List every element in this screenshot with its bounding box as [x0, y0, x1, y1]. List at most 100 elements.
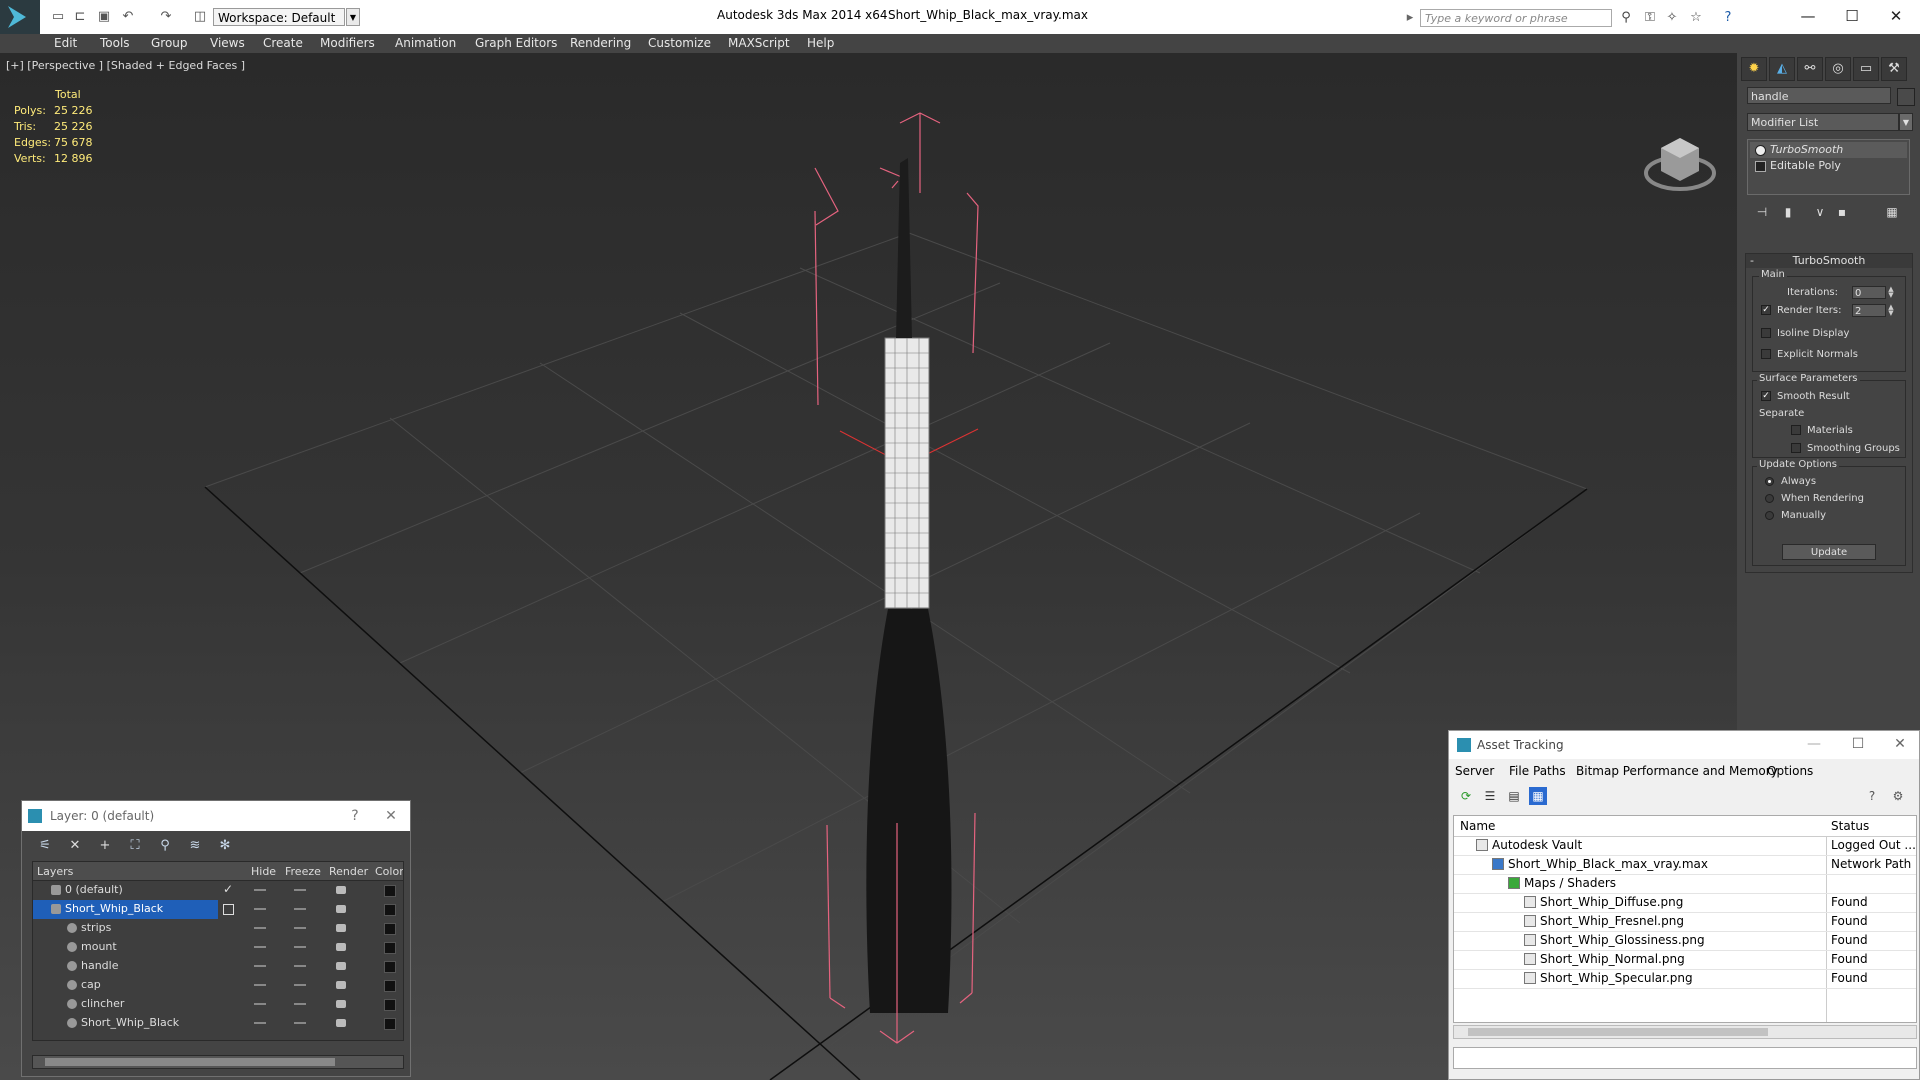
rollout-header[interactable]: - TurboSmooth: [1746, 254, 1912, 268]
layer-dialog-help-button[interactable]: ?: [340, 801, 370, 831]
col-freeze[interactable]: Freeze: [285, 865, 321, 878]
asset-menu-file[interactable]: File: [1509, 764, 1529, 778]
layer-hide-toggle[interactable]: [254, 984, 266, 986]
layer-color-swatch[interactable]: [384, 942, 396, 954]
show-end-result-icon[interactable]: ▮: [1779, 203, 1797, 221]
col-color[interactable]: Color: [375, 865, 403, 878]
asset-menu-paths[interactable]: Paths: [1533, 764, 1566, 778]
layer-freeze-toggle[interactable]: [294, 946, 306, 948]
search-expand-icon[interactable]: ▸: [1402, 10, 1418, 26]
stack-item-turbosmooth[interactable]: TurboSmooth: [1750, 142, 1907, 158]
layer-freeze-toggle[interactable]: [294, 927, 306, 929]
asset-help-icon[interactable]: ?: [1863, 787, 1881, 805]
menu-modifiers[interactable]: Modifiers: [320, 36, 375, 50]
layer-freeze-toggle[interactable]: [294, 889, 306, 891]
iterations-spinner-arrows[interactable]: ▲ ▼: [1887, 286, 1895, 299]
layer-dialog-titlebar[interactable]: Layer: 0 (default) ? ✕: [22, 801, 410, 831]
layer-row[interactable]: 0 (default) ✓: [33, 881, 403, 900]
highlight-layer-icon[interactable]: ⚲: [156, 837, 174, 855]
layer-row[interactable]: Short_Whip_Black: [33, 900, 403, 919]
search-input[interactable]: Type a keyword or phrase: [1420, 9, 1612, 27]
layer-hide-toggle[interactable]: [254, 1003, 266, 1005]
update-button[interactable]: Update: [1782, 544, 1876, 560]
layer-render-toggle[interactable]: [336, 886, 346, 894]
close-button[interactable]: ✕: [1876, 4, 1916, 28]
asset-row[interactable]: Maps / Shaders: [1454, 874, 1916, 894]
asset-menu-bitmap-performance[interactable]: Bitmap Performance and Memory: [1576, 764, 1778, 778]
layer-render-toggle[interactable]: [336, 962, 346, 970]
col-status[interactable]: Status: [1831, 819, 1869, 833]
minimize-button[interactable]: —: [1788, 4, 1828, 28]
layer-render-toggle[interactable]: [336, 943, 346, 951]
layer-hide-toggle[interactable]: [254, 965, 266, 967]
add-to-layer-icon[interactable]: +: [96, 837, 114, 855]
save-file-icon[interactable]: ▣: [96, 9, 112, 25]
layer-color-swatch[interactable]: [384, 961, 396, 973]
modify-tab-icon[interactable]: ◭: [1769, 57, 1795, 81]
table-view-icon[interactable]: ▦: [1529, 787, 1547, 805]
menu-edit[interactable]: Edit: [54, 36, 77, 50]
list-view-icon[interactable]: ☰: [1481, 787, 1499, 805]
layer-render-toggle[interactable]: [336, 981, 346, 989]
refresh-icon[interactable]: ⟳: [1457, 787, 1475, 805]
menu-views[interactable]: Views: [210, 36, 245, 50]
active-layer-check-icon[interactable]: ✓: [223, 882, 233, 896]
layer-color-swatch[interactable]: [384, 1018, 396, 1030]
layer-color-swatch[interactable]: [384, 885, 396, 897]
asset-row[interactable]: Short_Whip_Diffuse.png Found: [1454, 893, 1916, 913]
display-tab-icon[interactable]: ▭: [1853, 57, 1879, 81]
favorites-star-icon[interactable]: ☆: [1688, 10, 1704, 26]
menu-rendering[interactable]: Rendering: [570, 36, 631, 50]
create-layer-icon[interactable]: ⚟: [36, 837, 54, 855]
asset-dialog-titlebar[interactable]: Asset Tracking — ☐ ✕: [1449, 731, 1919, 759]
layer-freeze-toggle[interactable]: [294, 1003, 306, 1005]
layer-object-row[interactable]: strips: [33, 919, 403, 938]
maximize-button[interactable]: ☐: [1832, 4, 1872, 28]
layer-freeze-toggle[interactable]: [294, 965, 306, 967]
layer-dialog-close-button[interactable]: ✕: [376, 801, 406, 831]
workspace-dropdown[interactable]: Workspace: Default: [213, 8, 345, 26]
materials-checkbox[interactable]: [1791, 425, 1801, 435]
render-iters-spinner[interactable]: 2: [1852, 304, 1886, 317]
layer-hide-toggle[interactable]: [254, 1022, 266, 1024]
lightbulb-icon[interactable]: [1755, 145, 1766, 156]
pin-stack-icon[interactable]: ⊣: [1753, 203, 1771, 221]
scrollbar-thumb[interactable]: [1468, 1028, 1768, 1036]
freeze-all-layers-icon[interactable]: ✻: [216, 837, 234, 855]
when-rendering-radio[interactable]: [1765, 494, 1774, 503]
menu-animation[interactable]: Animation: [395, 36, 456, 50]
layer-color-swatch[interactable]: [384, 904, 396, 916]
workspace-dropdown-arrow[interactable]: ▼: [346, 8, 360, 26]
render-iters-spinner-arrows[interactable]: ▲ ▼: [1887, 304, 1895, 317]
binoculars-icon[interactable]: ⚲: [1618, 10, 1634, 26]
scrollbar-thumb[interactable]: [45, 1058, 335, 1066]
col-render[interactable]: Render: [329, 865, 368, 878]
expand-plus-icon[interactable]: [1755, 161, 1766, 172]
hierarchy-tab-icon[interactable]: ⚯: [1797, 57, 1823, 81]
utilities-tab-icon[interactable]: ⚒: [1881, 57, 1907, 81]
object-color-swatch[interactable]: [1897, 88, 1915, 106]
modifier-list-arrow[interactable]: ▼: [1899, 113, 1913, 131]
menu-create[interactable]: Create: [263, 36, 303, 50]
asset-row[interactable]: Short_Whip_Specular.png Found: [1454, 969, 1916, 989]
layer-hide-toggle[interactable]: [254, 946, 266, 948]
asset-maximize-button[interactable]: ☐: [1843, 730, 1873, 758]
make-unique-icon[interactable]: ∨: [1811, 203, 1829, 221]
viewcube[interactable]: [1644, 138, 1716, 191]
layer-freeze-toggle[interactable]: [294, 1022, 306, 1024]
render-iters-checkbox[interactable]: ✓: [1761, 305, 1771, 315]
layer-color-swatch[interactable]: [384, 980, 396, 992]
asset-row[interactable]: Short_Whip_Normal.png Found: [1454, 950, 1916, 970]
layer-object-row[interactable]: Short_Whip_Black: [33, 1014, 403, 1033]
open-file-icon[interactable]: ⊏: [72, 9, 88, 25]
undo-icon[interactable]: ↶: [120, 9, 136, 25]
help-icon[interactable]: ?: [1720, 10, 1736, 26]
subscription-icon[interactable]: ⚿: [1642, 10, 1658, 26]
collapse-minus-icon[interactable]: -: [1750, 254, 1754, 268]
layer-object-row[interactable]: mount: [33, 938, 403, 957]
asset-row[interactable]: Short_Whip_Fresnel.png Found: [1454, 912, 1916, 932]
layer-freeze-toggle[interactable]: [294, 908, 306, 910]
asset-row[interactable]: Autodesk Vault Logged Out ...: [1454, 836, 1916, 856]
smooth-result-checkbox[interactable]: ✓: [1761, 391, 1771, 401]
asset-row[interactable]: Short_Whip_Black_max_vray.max Network Pa…: [1454, 855, 1916, 875]
